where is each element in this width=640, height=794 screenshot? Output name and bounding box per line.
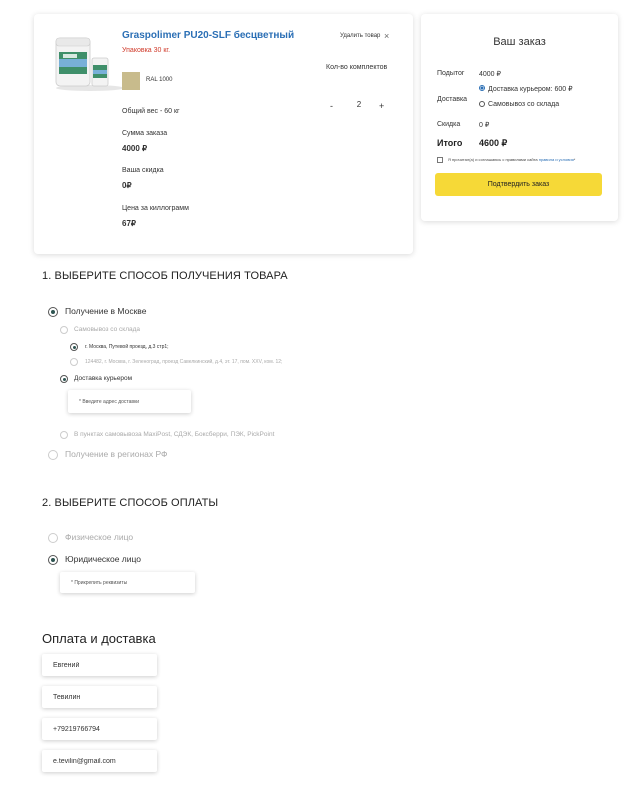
total-weight: Общий вес - 60 кг bbox=[122, 108, 180, 115]
pickup-points-radio[interactable] bbox=[60, 431, 68, 439]
quantity-label: Кол-во комплектов bbox=[326, 64, 388, 71]
terms-link[interactable]: правила и условия bbox=[539, 157, 574, 162]
payment-method-heading: 2. ВЫБЕРИТЕ СПОСОБ ОПЛАТЫ bbox=[42, 497, 219, 509]
delivery-pickup-radio[interactable] bbox=[479, 101, 485, 107]
pickup-radio[interactable] bbox=[60, 326, 68, 334]
delivery-courier-radio[interactable] bbox=[479, 85, 485, 91]
quantity-input[interactable] bbox=[352, 100, 366, 109]
packaging-info: Упаковка 30 кг. bbox=[122, 47, 171, 54]
price-per-kg-value: 67₽ bbox=[122, 219, 136, 228]
receive-regions-radio[interactable] bbox=[48, 450, 58, 460]
total-value: 4600 ₽ bbox=[479, 138, 508, 148]
product-title[interactable]: Graspolimer PU20-SLF бесцветный bbox=[122, 30, 294, 41]
quantity-increase-button[interactable]: + bbox=[379, 101, 384, 111]
price-per-kg-label: Цена за киллограмм bbox=[122, 205, 189, 212]
receive-method-heading: 1. ВЫБЕРИТЕ СПОСОБ ПОЛУЧЕНИЯ ТОВАРА bbox=[42, 270, 288, 282]
individual-radio[interactable] bbox=[48, 533, 58, 543]
last-name-field[interactable] bbox=[42, 686, 157, 708]
receive-moscow-label[interactable]: Получение в Москве bbox=[65, 306, 146, 316]
address-1-label[interactable]: г. Москва, Путевой проезд, д.3 стр1; bbox=[85, 344, 169, 350]
product-card: Graspolimer PU20-SLF бесцветный Упаковка… bbox=[34, 14, 413, 254]
subtotal-label: Подытог bbox=[437, 70, 465, 77]
color-swatch bbox=[122, 72, 140, 90]
agree-text: Я прочитал(а) и соглашаюсь с правилами с… bbox=[448, 157, 575, 162]
order-discount-label: Скидка bbox=[437, 121, 461, 128]
delivery-address-input[interactable] bbox=[68, 390, 191, 413]
courier-radio[interactable] bbox=[60, 375, 68, 383]
individual-label[interactable]: Физическое лицо bbox=[65, 532, 133, 542]
total-label: Итого bbox=[437, 138, 463, 148]
receive-moscow-radio[interactable] bbox=[48, 307, 58, 317]
quantity-decrease-button[interactable]: - bbox=[330, 101, 333, 111]
courier-label[interactable]: Доставка курьером bbox=[74, 375, 132, 382]
discount-label: Ваша скидка bbox=[122, 167, 164, 174]
discount-value: 0₽ bbox=[122, 181, 132, 190]
delete-item-link[interactable]: Удалить товар bbox=[340, 33, 380, 39]
close-icon[interactable]: × bbox=[384, 31, 389, 41]
first-name-field[interactable] bbox=[42, 654, 157, 676]
requisites-input[interactable] bbox=[60, 572, 195, 593]
pickup-label[interactable]: Самовывоз со склада bbox=[74, 326, 140, 333]
color-label: RAL 1000 bbox=[146, 77, 173, 83]
order-sum-label: Сумма заказа bbox=[122, 130, 168, 137]
delivery-pickup-option[interactable]: Самовывоз со склада bbox=[488, 101, 559, 108]
pickup-points-label[interactable]: В пунктах самовывоза MaxiPost, СДЭК, Бок… bbox=[74, 431, 274, 438]
order-summary-card: Ваш заказ Подытог 4000 ₽ Доставка Достав… bbox=[421, 14, 618, 221]
delivery-courier-option[interactable]: Доставка курьером: 600 ₽ bbox=[488, 85, 573, 93]
order-sum-value: 4000 ₽ bbox=[122, 144, 148, 153]
address-2-label[interactable]: 124482, г. Москва, г. Зеленоград, проезд… bbox=[85, 359, 282, 365]
receive-regions-label[interactable]: Получение в регионах РФ bbox=[65, 449, 168, 459]
phone-field[interactable] bbox=[42, 718, 157, 740]
payment-delivery-heading: Оплата и доставка bbox=[42, 631, 156, 646]
address-2-radio[interactable] bbox=[70, 358, 78, 366]
agree-required-mark: * bbox=[573, 157, 576, 162]
legal-entity-radio[interactable] bbox=[48, 555, 58, 565]
confirm-order-button[interactable]: Подтвердить заказ bbox=[435, 173, 602, 196]
order-summary-title: Ваш заказ bbox=[493, 36, 546, 48]
agree-checkbox[interactable] bbox=[437, 157, 443, 163]
email-field[interactable] bbox=[42, 750, 157, 772]
agree-text-main: Я прочитал(а) и соглашаюсь с правилами с… bbox=[448, 157, 539, 162]
address-1-radio[interactable] bbox=[70, 343, 78, 351]
legal-entity-label[interactable]: Юридическое лицо bbox=[65, 554, 141, 564]
delivery-label: Доставка bbox=[437, 96, 468, 103]
subtotal-value: 4000 ₽ bbox=[479, 71, 501, 78]
order-discount-value: 0 ₽ bbox=[479, 122, 490, 129]
